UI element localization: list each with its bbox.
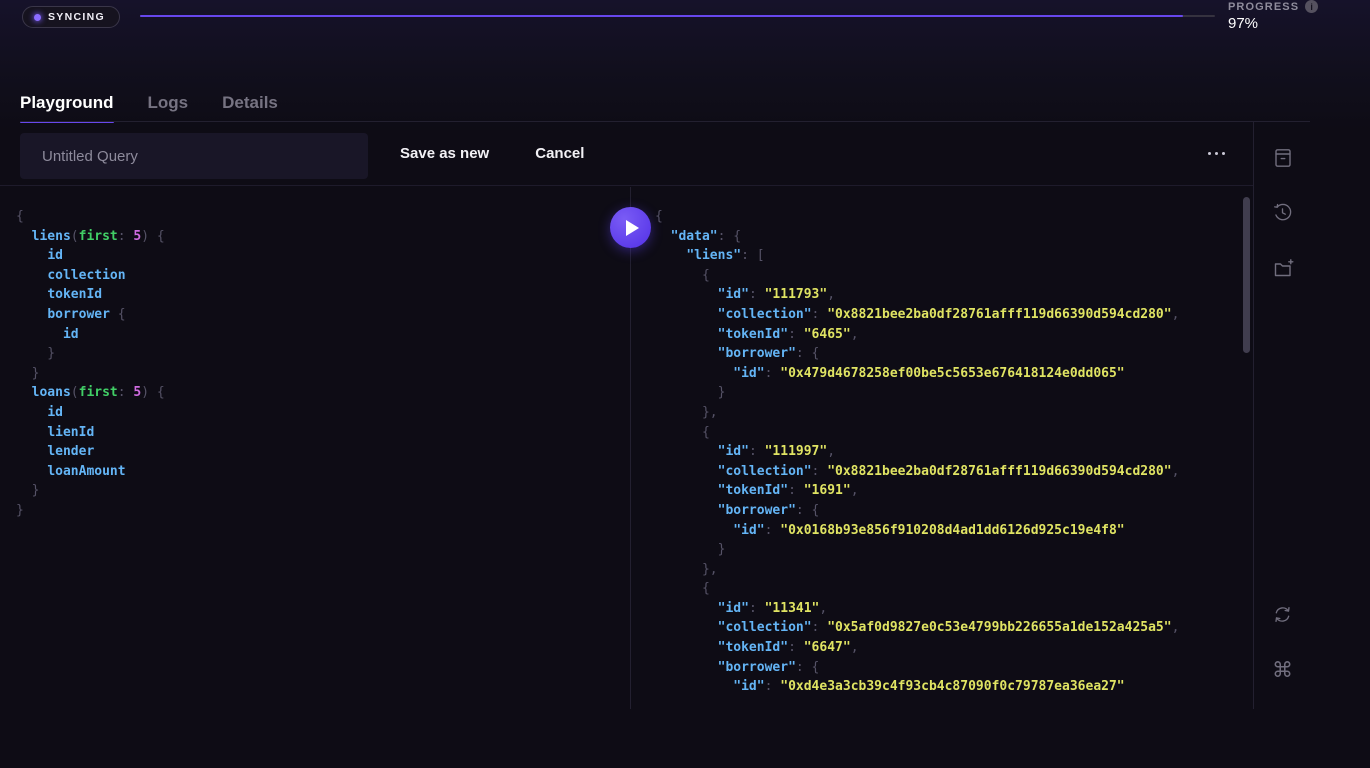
command-shortcuts-icon[interactable]: ⌘ — [1270, 658, 1295, 683]
info-icon[interactable]: i — [1305, 0, 1318, 13]
code-line: "borrower": { — [655, 344, 1253, 364]
code-line: "id": "0xd4e3a3cb39c4f93cb4c87090f0c7978… — [655, 677, 1253, 697]
code-line: loans(first: 5) { — [16, 383, 630, 403]
code-line: lender — [16, 442, 630, 462]
tab-logs[interactable]: Logs — [148, 93, 189, 122]
tools-sidebar: ⌘ — [1253, 122, 1311, 709]
saved-queries-icon[interactable] — [1270, 145, 1295, 170]
code-line: } — [16, 481, 630, 501]
code-line: } — [655, 383, 1253, 403]
results-scrollbar[interactable] — [1243, 197, 1250, 353]
save-as-new-button[interactable]: Save as new — [400, 145, 489, 162]
code-line: } — [16, 344, 630, 364]
code-line: { — [16, 207, 630, 227]
refresh-icon[interactable] — [1270, 602, 1295, 627]
code-line: "collection": "0x5af0d9827e0c53e4799bb22… — [655, 618, 1253, 638]
code-line: } — [655, 540, 1253, 560]
tab-details[interactable]: Details — [222, 93, 278, 122]
cancel-button[interactable]: Cancel — [535, 145, 584, 162]
code-line: "tokenId": "1691", — [655, 481, 1253, 501]
progress-value: 97% — [1228, 15, 1318, 32]
code-line: "id": "0x479d4678258ef00be5c5653e6764181… — [655, 364, 1253, 384]
code-line: lienId — [16, 423, 630, 443]
code-line: "id": "111793", — [655, 285, 1253, 305]
code-line: "tokenId": "6647", — [655, 638, 1253, 658]
query-results-panel: { "data": { "liens": [ { "id": "111793",… — [631, 187, 1253, 709]
code-line: "id": "0x0168b93e856f910208d4ad1dd6126d9… — [655, 521, 1253, 541]
code-line: { — [655, 207, 1253, 227]
sync-progress-fill — [140, 15, 1183, 17]
editor-area: { liens(first: 5) { id collection tokenI… — [0, 187, 1253, 709]
history-icon[interactable] — [1270, 200, 1295, 225]
subgraph-playground-page: SYNCING PROGRESS i 97% Playground Logs D… — [0, 0, 1370, 768]
new-folder-icon[interactable] — [1270, 255, 1295, 280]
tab-playground[interactable]: Playground — [20, 93, 114, 122]
code-line: "id": "11341", — [655, 599, 1253, 619]
sync-progress-bar — [140, 15, 1215, 17]
code-line: "collection": "0x8821bee2ba0df28761afff1… — [655, 305, 1253, 325]
code-line: "data": { — [655, 227, 1253, 247]
code-line: }, — [655, 403, 1253, 423]
code-line: } — [16, 364, 630, 384]
code-line: "borrower": { — [655, 501, 1253, 521]
code-line: "liens": [ — [655, 246, 1253, 266]
code-line: liens(first: 5) { — [16, 227, 630, 247]
syncing-badge: SYNCING — [22, 6, 120, 28]
code-line: borrower { — [16, 305, 630, 325]
code-line: { — [655, 579, 1253, 599]
more-options-icon — [1208, 152, 1211, 155]
run-query-button[interactable] — [610, 207, 651, 248]
more-options-button[interactable] — [1206, 146, 1227, 161]
code-line: loanAmount — [16, 462, 630, 482]
code-line: "id": "111997", — [655, 442, 1253, 462]
code-line: } — [16, 501, 630, 521]
progress-label: PROGRESS — [1228, 1, 1299, 13]
code-line: "tokenId": "6465", — [655, 325, 1253, 345]
code-line: { — [655, 266, 1253, 286]
code-line: { — [655, 423, 1253, 443]
tab-bar: Playground Logs Details — [0, 92, 1370, 122]
code-line: collection — [16, 266, 630, 286]
progress-meta: PROGRESS i 97% — [1228, 0, 1318, 32]
syncing-label: SYNCING — [48, 11, 105, 23]
code-line: id — [16, 325, 630, 345]
syncing-dot-icon — [34, 14, 41, 21]
code-line: id — [16, 403, 630, 423]
code-line: "collection": "0x8821bee2ba0df28761afff1… — [655, 462, 1253, 482]
code-line: id — [16, 246, 630, 266]
code-line: }, — [655, 560, 1253, 580]
graphql-query-editor[interactable]: { liens(first: 5) { id collection tokenI… — [0, 187, 630, 709]
query-name-input[interactable] — [20, 133, 368, 179]
code-line: tokenId — [16, 285, 630, 305]
query-toolbar: Save as new Cancel — [0, 122, 1253, 186]
play-icon — [626, 220, 639, 236]
code-line: "borrower": { — [655, 658, 1253, 678]
